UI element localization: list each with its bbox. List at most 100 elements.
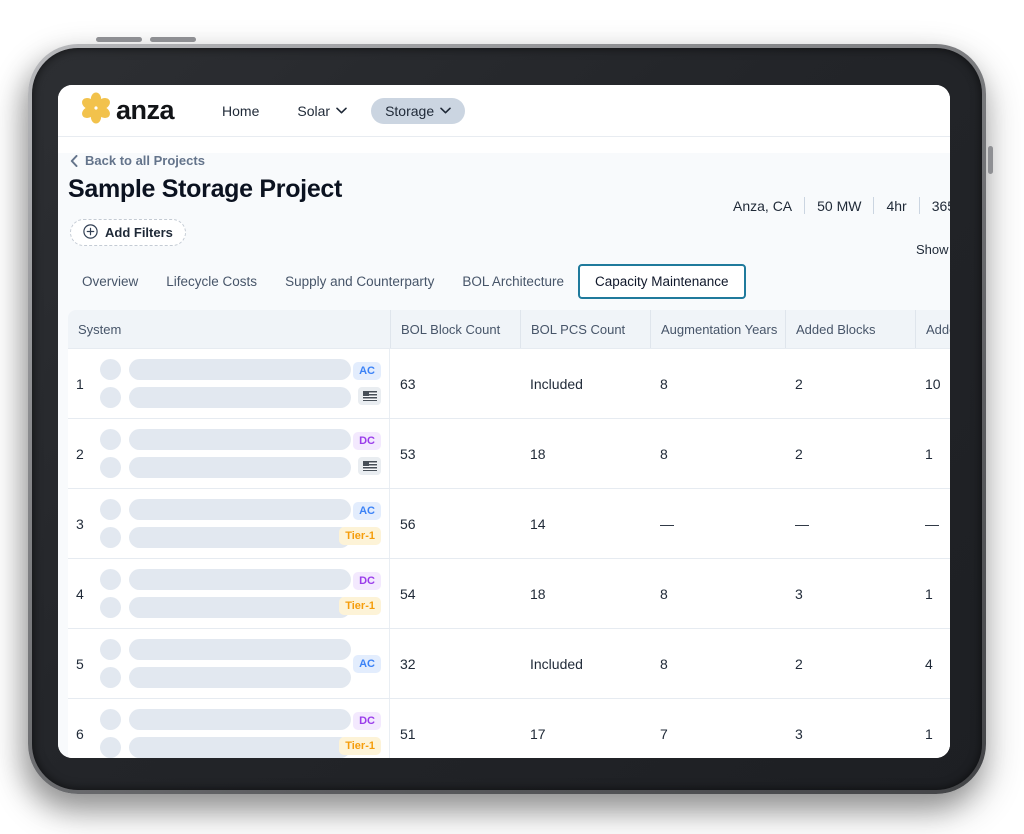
skeleton-circle [100,359,121,380]
tab-label: Overview [82,274,138,289]
skeleton-circle [100,597,121,618]
value-cell: 7 [650,699,785,758]
badge-column: AC [353,349,381,418]
value-cell: — [650,489,785,558]
tablet-power-button [988,146,993,174]
page-content: Back to all Projects Sample Storage Proj… [58,153,950,758]
tab-capacity-maintenance[interactable]: Capacity Maintenance [578,264,746,299]
header-cell: System [68,310,390,348]
value-cell: — [785,489,915,558]
chevron-down-icon [440,107,451,114]
skeleton-bar [129,499,351,520]
table-row[interactable]: 6 DCTier-1 5117731 [68,698,950,758]
tab-lifecycle-costs[interactable]: Lifecycle Costs [152,264,271,299]
badge-column: DCTier-1 [339,559,381,628]
us-flag-icon [358,457,381,475]
tab-bar: Overview Lifecycle Costs Supply and Coun… [68,264,950,299]
table-row[interactable]: 5 AC 32Included824 [68,628,950,698]
chevron-down-icon [336,107,347,114]
value-cell: 2 [785,629,915,698]
skeleton-bar [129,639,351,660]
table-row[interactable]: 4 DCTier-1 5418831 [68,558,950,628]
row-number: 3 [76,516,96,532]
system-cell: 3 AC Tier-1 [68,489,390,558]
skeleton-circle [100,527,121,548]
value-cell: 3 [785,559,915,628]
table-body: 1 AC 63Included8210 2 DC 5318821 3 [68,348,950,758]
system-skeleton [100,709,351,758]
value-cell: 32 [390,629,520,698]
header-cell: Added PCS [915,310,950,348]
plus-circle-icon [83,224,98,242]
value-cell: 63 [390,349,520,418]
project-meta: Anza, CA50 MW4hr365 cycles/yr [733,197,950,214]
value-cell: 53 [390,419,520,488]
nav-item-home[interactable]: Home [208,98,273,124]
skeleton-circle [100,457,121,478]
nav-item-solar[interactable]: Solar [283,98,361,124]
table-header-row: SystemBOL Block CountBOL PCS CountAugmen… [68,310,950,348]
nav-items: Home Solar Storage [208,98,465,124]
header-cell: Augmentation Years [650,310,785,348]
value-cell: 8 [650,419,785,488]
back-to-projects-link[interactable]: Back to all Projects [70,153,205,168]
header-cell: Added Blocks [785,310,915,348]
tab-label: BOL Architecture [462,274,564,289]
table-row[interactable]: 1 AC 63Included8210 [68,348,950,418]
nav-item-label: Home [222,103,259,119]
tab-label: Lifecycle Costs [166,274,257,289]
table-row[interactable]: 2 DC 5318821 [68,418,950,488]
skeleton-bar [129,569,351,590]
anza-logo[interactable]: anza [78,90,174,131]
value-cell: 10 [915,349,950,418]
project-meta-item: 50 MW [817,198,861,214]
value-cell: 51 [390,699,520,758]
badge-dc: DC [353,432,381,450]
skeleton-circle [100,639,121,660]
us-flag-icon [358,387,381,405]
tab-supply-and-counterparty[interactable]: Supply and Counterparty [271,264,448,299]
badge-column: DC [353,419,381,488]
system-cell: 2 DC [68,419,390,488]
app-screen: anza Home Solar Storage Back to a [58,85,950,758]
badge-dc: DC [353,572,381,590]
badge-tier-1: Tier-1 [339,737,381,755]
skeleton-circle [100,709,121,730]
skeleton-circle [100,499,121,520]
add-filters-button[interactable]: Add Filters [70,219,186,246]
skeleton-bar [129,737,351,758]
system-skeleton [100,429,351,478]
badge-ac: AC [353,502,381,520]
value-cell: 1 [915,699,950,758]
skeleton-bar [129,429,351,450]
system-cell: 5 AC [68,629,390,698]
value-cell: 1 [915,559,950,628]
row-number: 4 [76,586,96,602]
show-label[interactable]: Show [916,242,949,257]
badge-tier-1: Tier-1 [339,527,381,545]
skeleton-circle [100,387,121,408]
system-skeleton [100,569,351,618]
system-skeleton [100,639,351,688]
value-cell: 8 [650,559,785,628]
tab-overview[interactable]: Overview [68,264,152,299]
skeleton-circle [100,569,121,590]
meta-separator [873,197,874,214]
table-row[interactable]: 3 ACTier-1 5614——— [68,488,950,558]
skeleton-circle [100,667,121,688]
tab-bol-architecture[interactable]: BOL Architecture [448,264,578,299]
badge-column: DCTier-1 [339,699,381,758]
value-cell: 56 [390,489,520,558]
badge-column: AC Tier-1 [339,489,381,558]
value-cell: Included [520,629,650,698]
add-filters-label: Add Filters [105,225,173,240]
skeleton-bar [129,359,351,380]
value-cell: 8 [650,629,785,698]
nav-item-storage[interactable]: Storage [371,98,465,124]
value-cell: 1 [915,419,950,488]
value-cell: 8 [650,349,785,418]
header-cell: BOL Block Count [390,310,520,348]
tablet-frame: anza Home Solar Storage Back to a [28,44,986,794]
value-cell: — [915,489,950,558]
tablet-volume-button [96,37,142,42]
